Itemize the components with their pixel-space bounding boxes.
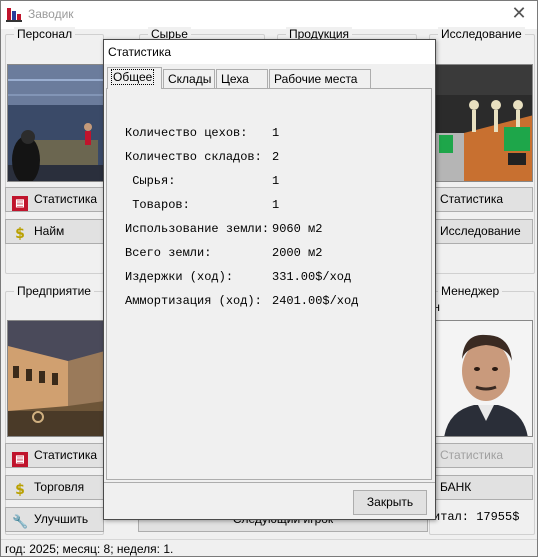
general-tab-panel: Количество цехов: 1 Количество складов: … [106,88,432,480]
dollar-icon: $ [15,482,25,498]
stat-label-goods: Товаров: [125,198,190,212]
stat-label-warehouses: Количество складов: [125,150,262,164]
group-label-enterprise: Предприятие [14,284,94,298]
stat-label-costs: Издержки (ход): [125,270,234,284]
close-button[interactable]: Закрыть [353,490,427,515]
stat-value-land-total: 2000 м2 [272,246,323,260]
trade-button[interactable]: $ Торговля [5,475,104,500]
group-label-personnel: Персонал [14,27,76,41]
factory-icon [6,8,22,22]
capital-label: итал: 17955$ [433,510,520,524]
research-image [433,64,533,182]
personnel-statistics-button[interactable]: ▤ Статистика [5,187,104,212]
dollar-icon: $ [15,226,25,242]
enterprise-statistics-button[interactable]: ▤ Статистика [5,443,104,468]
main-window: Заводик ✕ Персонал ▤ Статистика $ Найм Сыр… [0,0,538,557]
research-statistics-button[interactable]: Статистика [433,187,533,212]
stat-value-costs: 331.00$/ход [272,270,352,284]
statistics-icon: ▤ [12,452,28,467]
close-icon[interactable]: ✕ [509,4,529,24]
manager-statistics-button[interactable]: Статистика [433,443,533,468]
stat-value-goods: 1 [272,198,280,212]
tab-warehouses[interactable]: Склады [163,69,215,89]
stat-value-warehouses: 2 [272,150,280,164]
research-button[interactable]: Исследование [433,219,533,244]
window-title: Заводик [28,7,74,21]
personnel-image [7,64,104,182]
stat-value-land-used: 9060 м2 [272,222,323,236]
wrench-icon: 🔧 [12,515,29,530]
stat-value-depreciation: 2401.00$/ход [272,294,359,308]
status-bar: год: 2025; месяц: 8; неделя: 1. [1,539,537,557]
stat-value-workshops: 1 [272,126,280,140]
group-label-research: Исследование [438,27,525,41]
tab-general[interactable]: Общее [107,67,162,89]
title-bar: Заводик ✕ [1,1,537,29]
hire-button[interactable]: $ Найм [5,219,104,244]
tab-workplaces[interactable]: Рабочие места [269,69,371,89]
statistics-dialog: Статистика Общее Склады Цеха Рабочие мес… [103,39,436,520]
dialog-title: Статистика [104,40,435,64]
stat-label-land-used: Использование земли: [125,222,270,236]
dialog-footer: Закрыть [104,482,435,519]
improve-button[interactable]: 🔧 Улучшить [5,507,104,532]
stat-label-workshops: Количество цехов: [125,126,248,140]
group-label-manager: Менеджер [438,284,503,298]
stat-value-raw: 1 [272,174,280,188]
stat-label-raw: Сырья: [125,174,176,188]
stat-label-land-total: Всего земли: [125,246,212,260]
manager-photo [433,320,533,437]
tab-workshops[interactable]: Цеха [216,69,268,89]
bank-button[interactable]: БАНК [433,475,533,500]
stat-label-depreciation: Аммортизация (ход): [125,294,262,308]
statistics-icon: ▤ [12,196,28,211]
enterprise-image [7,320,104,437]
